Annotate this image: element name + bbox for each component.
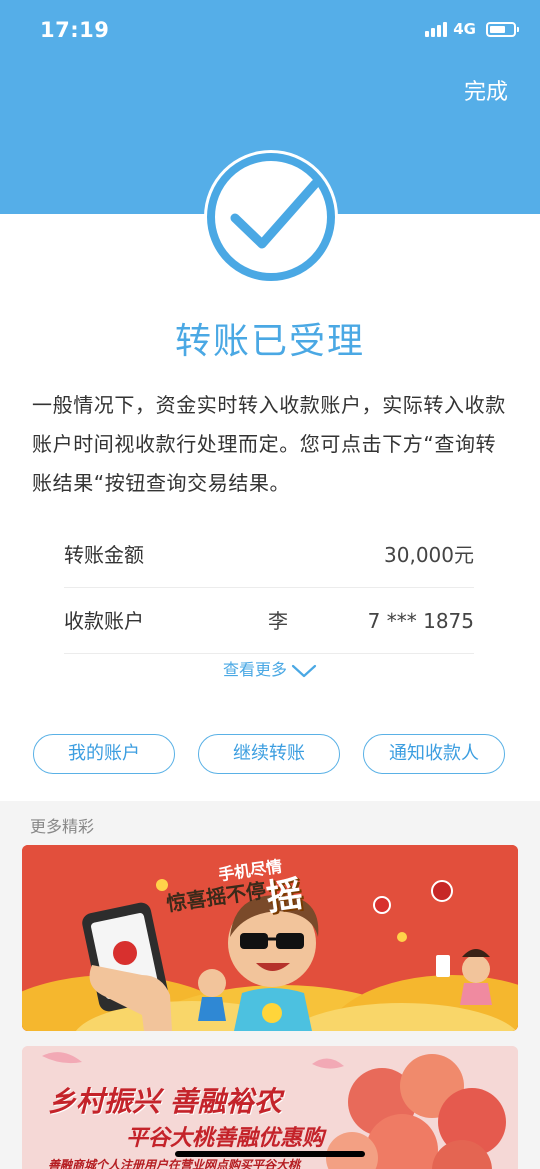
network-type: 4G	[453, 20, 476, 38]
view-more-label: 查看更多	[222, 660, 287, 679]
status-time: 17:19	[40, 18, 110, 42]
amount-value: 30,000元	[384, 543, 474, 567]
more-section: 更多精彩 手机尽情 惊喜摇不停 摇 乡村振兴 善融裕农 平谷大桃善融优惠购 善融…	[0, 801, 540, 1169]
home-indicator[interactable]	[175, 1151, 365, 1157]
done-button[interactable]: 完成	[464, 74, 508, 106]
status-indicators: 4G	[425, 20, 519, 38]
payee-account-row: 收款账户 李 7 *** 1875	[64, 588, 474, 654]
result-title: 转账已受理	[174, 321, 365, 362]
battery-icon	[486, 21, 519, 37]
result-description: 一般情况下，资金实时转入收款账户，实际转入收款账户时间视收款行处理而定。您可点击…	[32, 393, 506, 495]
continue-transfer-button[interactable]: 继续转账	[198, 734, 340, 774]
signal-icon	[425, 21, 448, 37]
banner1-big-char: 摇	[263, 873, 306, 920]
view-more-link[interactable]: 查看更多	[0, 656, 540, 680]
notify-payee-button[interactable]: 通知收款人	[363, 734, 505, 774]
payee-account-number: 7 *** 1875	[367, 609, 474, 633]
banner2-line3: 善融商城个人注册用户在营业网点购买平谷大桃	[48, 1158, 301, 1169]
amount-row: 转账金额 30,000元	[64, 522, 474, 588]
banner2-line1: 乡村振兴 善融裕农	[48, 1085, 282, 1118]
more-section-title: 更多精彩	[30, 817, 95, 836]
chevron-down-icon	[291, 664, 317, 677]
status-bar: 17:19 4G	[0, 0, 540, 64]
my-account-button[interactable]: 我的账户	[33, 734, 175, 774]
promo-banner-shake[interactable]: 手机尽情 惊喜摇不停 摇	[22, 845, 518, 1031]
amount-label: 转账金额	[64, 543, 144, 567]
payee-account-label: 收款账户	[64, 609, 144, 633]
success-badge	[204, 150, 338, 284]
payee-name: 李	[268, 609, 288, 633]
banner2-line2: 平谷大桃善融优惠购	[126, 1126, 325, 1151]
checkmark-icon	[207, 153, 335, 281]
